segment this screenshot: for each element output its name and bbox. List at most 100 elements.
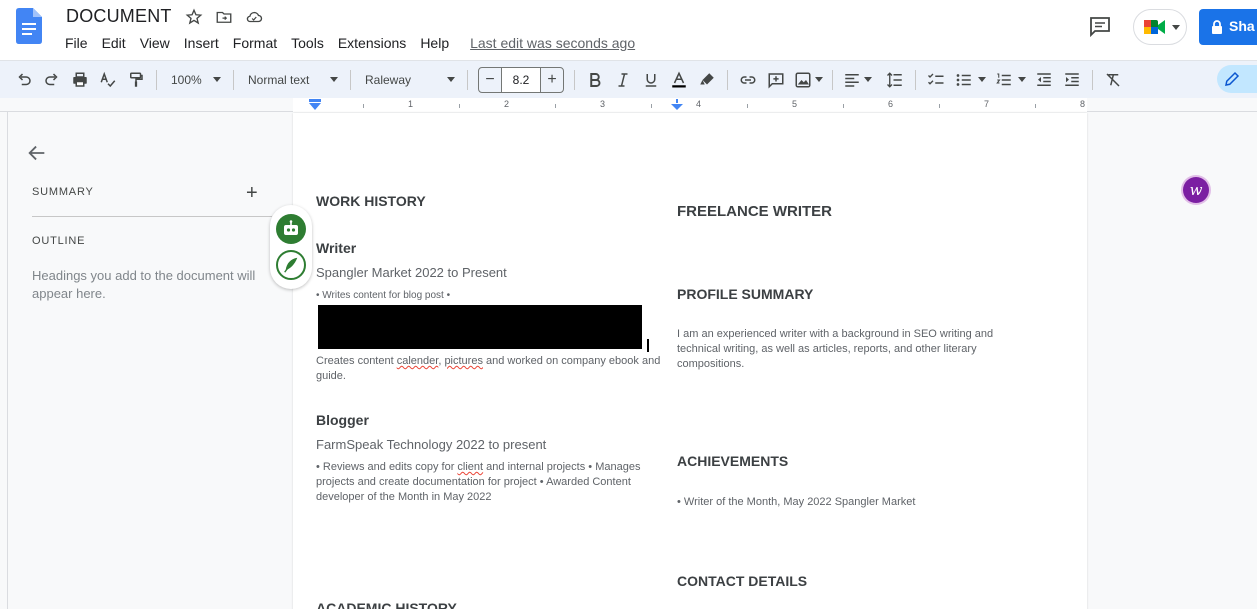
toolbar-divider	[156, 69, 157, 90]
document-title[interactable]: DOCUMENT	[66, 6, 172, 27]
add-comment-icon	[768, 72, 784, 89]
left-indent-marker-icon[interactable]	[309, 99, 321, 111]
ruler-tick	[651, 104, 652, 108]
desc-text: Creates content	[316, 355, 397, 367]
insert-image-button[interactable]	[790, 66, 826, 94]
paragraph-style-select[interactable]: Normal text	[240, 66, 344, 94]
italic-button[interactable]	[609, 66, 637, 94]
text-color-button[interactable]	[665, 66, 693, 94]
chevron-down-icon	[1017, 77, 1026, 82]
chevron-down-icon	[1172, 25, 1180, 30]
ruler-number: 4	[696, 99, 702, 109]
underline-button[interactable]	[637, 66, 665, 94]
zoom-select[interactable]: 100%	[163, 66, 227, 94]
undo-icon	[18, 72, 31, 85]
underline-icon	[645, 73, 657, 87]
increase-font-size-button[interactable]: +	[541, 71, 563, 89]
last-edit-link[interactable]: Last edit was seconds ago	[470, 33, 635, 53]
font-value: Raleway	[365, 72, 412, 87]
menu-extensions[interactable]: Extensions	[331, 33, 413, 53]
paint-format-button[interactable]	[122, 66, 150, 94]
ruler-tick	[363, 104, 364, 108]
meet-icon	[1144, 20, 1165, 34]
cloud-status-icon[interactable]	[245, 8, 263, 26]
checklist-button[interactable]	[922, 66, 950, 94]
pencil-icon	[1225, 71, 1240, 86]
arrow-left-icon[interactable]	[26, 142, 48, 164]
print-button[interactable]	[66, 66, 94, 94]
undo-button[interactable]	[10, 66, 38, 94]
menu-tools[interactable]: Tools	[284, 33, 331, 53]
highlight-button[interactable]	[693, 66, 721, 94]
add-comment-button[interactable]	[762, 66, 790, 94]
ruler-tick	[555, 104, 556, 108]
bulleted-list-button[interactable]	[950, 66, 990, 94]
menu-edit[interactable]: Edit	[95, 33, 133, 53]
share-button[interactable]: Sha	[1199, 9, 1257, 45]
decrease-font-size-button[interactable]: −	[479, 71, 501, 89]
menu-view[interactable]: View	[133, 33, 177, 53]
move-folder-icon[interactable]	[215, 8, 233, 26]
misspelled-word[interactable]: calender	[397, 355, 439, 367]
misspelled-word[interactable]: pictures	[444, 355, 483, 367]
decrease-indent-button[interactable]	[1030, 66, 1058, 94]
numbered-list-button[interactable]	[990, 66, 1030, 94]
horizontal-ruler[interactable]: 1 2 3 4 5 6 7 8	[0, 98, 1257, 112]
paint-format-icon	[130, 72, 143, 87]
decrease-indent-icon	[1037, 72, 1051, 86]
toolbar-divider	[467, 69, 468, 90]
menu-insert[interactable]: Insert	[177, 33, 226, 53]
redo-button[interactable]	[38, 66, 66, 94]
text-cursor	[647, 339, 649, 352]
docs-logo-icon[interactable]	[16, 8, 42, 44]
spellcheck-button[interactable]	[94, 66, 122, 94]
font-size-input[interactable]: 8.2	[501, 67, 541, 92]
menu-file[interactable]: File	[58, 33, 95, 53]
ruler-page-area: 1 2 3 4 5 6 7 8	[293, 98, 1087, 112]
comments-icon[interactable]	[1088, 14, 1112, 38]
font-select[interactable]: Raleway	[357, 66, 461, 94]
robot-addon-button[interactable]	[276, 214, 306, 244]
font-size-control: − 8.2 +	[478, 66, 564, 93]
document-page[interactable]: WORK HISTORY Writer Spangler Market 2022…	[293, 113, 1087, 609]
profile-summary-heading: PROFILE SUMMARY	[677, 286, 814, 302]
job-title-blogger: Blogger	[316, 412, 369, 428]
clear-formatting-button[interactable]	[1099, 66, 1127, 94]
increase-indent-button[interactable]	[1058, 66, 1086, 94]
column-marker-icon[interactable]	[671, 99, 683, 111]
share-label: Sha	[1229, 18, 1255, 34]
menu-help[interactable]: Help	[413, 33, 456, 53]
style-value: Normal text	[248, 72, 310, 87]
bold-button[interactable]	[581, 66, 609, 94]
job-company-farmspeak: FarmSpeak Technology 2022 to present	[316, 437, 547, 452]
meet-button[interactable]	[1133, 9, 1187, 45]
toolbar-divider	[915, 69, 916, 90]
add-summary-button[interactable]: +	[246, 182, 258, 205]
ruler-number: 7	[984, 99, 990, 109]
numbered-list-icon	[995, 72, 1011, 85]
chevron-down-icon	[863, 77, 872, 82]
quill-icon	[284, 257, 298, 273]
robot-icon	[284, 220, 298, 235]
ruler-number: 1	[408, 99, 414, 109]
chevron-down-icon	[977, 77, 986, 82]
ruler-number: 2	[504, 99, 510, 109]
toolbar-divider	[574, 69, 575, 90]
vertical-ruler[interactable]	[0, 112, 8, 609]
misspelled-word[interactable]: client	[457, 461, 483, 473]
insert-link-button[interactable]	[734, 66, 762, 94]
star-icon[interactable]	[185, 8, 203, 26]
image-icon	[795, 72, 810, 87]
align-button[interactable]	[839, 66, 875, 94]
quill-addon-button[interactable]	[276, 250, 306, 280]
editing-mode-button[interactable]	[1217, 65, 1257, 93]
writing-assistant-badge[interactable]: w	[1183, 177, 1209, 203]
job-bullet: • Writes content for blog post •	[316, 290, 451, 301]
toolbar-divider	[727, 69, 728, 90]
italic-icon	[618, 72, 628, 87]
menu-format[interactable]: Format	[226, 33, 284, 53]
addon-toolbar	[270, 205, 312, 289]
line-spacing-button[interactable]	[881, 66, 909, 94]
bold-icon	[590, 72, 601, 87]
work-history-heading: WORK HISTORY	[316, 193, 426, 209]
